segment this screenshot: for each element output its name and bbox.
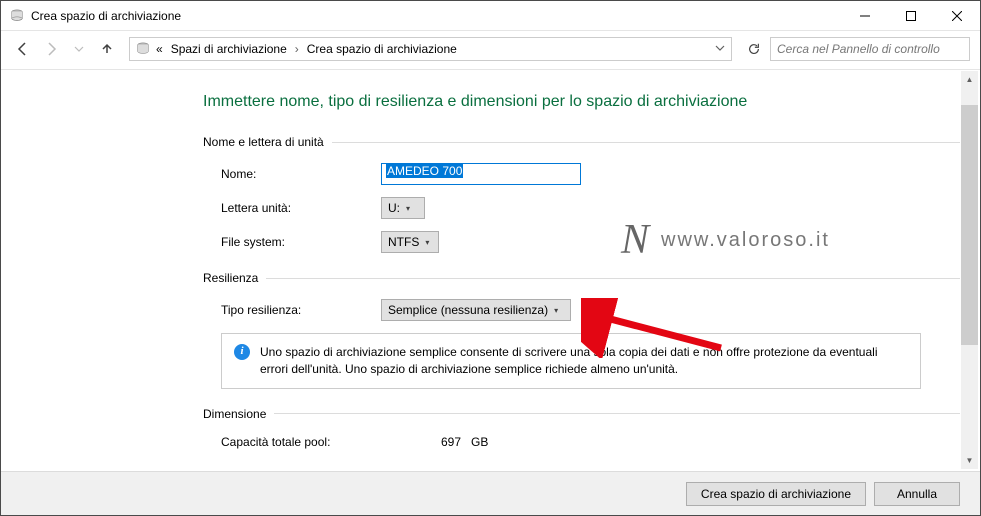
- group-resilience: Resilienza Tipo resilienza: Semplice (ne…: [203, 271, 960, 389]
- recent-dropdown[interactable]: [67, 37, 91, 61]
- separator: [1, 69, 980, 70]
- refresh-button[interactable]: [742, 37, 766, 61]
- titlebar: Crea spazio di archiviazione: [1, 1, 980, 31]
- res-type-dropdown[interactable]: Semplice (nessuna resilienza) ▾: [381, 299, 571, 321]
- breadcrumb-item[interactable]: Spazi di archiviazione: [169, 42, 289, 56]
- forward-button[interactable]: [39, 37, 63, 61]
- capacity-value: 697: [411, 435, 471, 449]
- window-title: Crea spazio di archiviazione: [31, 9, 842, 23]
- group-res-title: Resilienza: [203, 271, 258, 285]
- watermark-url: www.valoroso.it: [661, 229, 830, 252]
- watermark: N www.valoroso.it: [621, 216, 830, 264]
- address-dropdown-icon[interactable]: [715, 42, 725, 56]
- create-button[interactable]: Crea spazio di archiviazione: [686, 482, 866, 506]
- group-dimension: Dimensione Capacità totale pool: 697 GB: [203, 407, 960, 449]
- scrollbar-vertical[interactable]: ▲ ▼: [961, 71, 978, 469]
- fs-value: NTFS: [388, 235, 419, 249]
- maximize-button[interactable]: [888, 1, 934, 31]
- scroll-down-icon[interactable]: ▼: [961, 452, 978, 469]
- breadcrumb-prefix: «: [154, 42, 165, 56]
- content-area: Immettere nome, tipo di resilienza e dim…: [13, 71, 960, 469]
- fs-label: File system:: [221, 235, 381, 249]
- capacity-label: Capacità totale pool:: [221, 435, 411, 449]
- scroll-track[interactable]: [961, 88, 978, 452]
- name-label: Nome:: [221, 167, 381, 181]
- capacity-unit: GB: [471, 435, 488, 449]
- chevron-down-icon: ▾: [406, 204, 410, 213]
- search-input[interactable]: Cerca nel Pannello di controllo: [770, 37, 970, 61]
- divider: [266, 278, 960, 279]
- watermark-logo: N: [621, 216, 649, 264]
- group-name: Nome e lettera di unità Nome: AMEDEO 700…: [203, 135, 960, 253]
- breadcrumb-item[interactable]: Crea spazio di archiviazione: [305, 42, 459, 56]
- divider: [274, 413, 960, 414]
- letter-value: U:: [388, 201, 400, 215]
- button-bar: Crea spazio di archiviazione Annulla: [1, 471, 980, 515]
- info-text: Uno spazio di archiviazione semplice con…: [260, 344, 908, 378]
- chevron-down-icon: ▾: [425, 238, 429, 247]
- res-type-value: Semplice (nessuna resilienza): [388, 303, 548, 317]
- page-title: Immettere nome, tipo di resilienza e dim…: [203, 93, 960, 111]
- scroll-thumb[interactable]: [961, 105, 978, 345]
- divider: [332, 142, 960, 143]
- up-button[interactable]: [95, 37, 119, 61]
- info-icon: i: [234, 344, 250, 360]
- fs-dropdown[interactable]: NTFS ▾: [381, 231, 439, 253]
- res-type-label: Tipo resilienza:: [221, 303, 381, 317]
- search-placeholder: Cerca nel Pannello di controllo: [777, 42, 940, 56]
- navbar: « Spazi di archiviazione › Crea spazio d…: [1, 31, 980, 67]
- letter-label: Lettera unità:: [221, 201, 381, 215]
- close-button[interactable]: [934, 1, 980, 31]
- scroll-up-icon[interactable]: ▲: [961, 71, 978, 88]
- location-icon: [136, 42, 150, 56]
- info-box: i Uno spazio di archiviazione semplice c…: [221, 333, 921, 389]
- letter-dropdown[interactable]: U: ▾: [381, 197, 425, 219]
- minimize-button[interactable]: [842, 1, 888, 31]
- chevron-down-icon: ▾: [554, 306, 558, 315]
- name-value: AMEDEO 700: [386, 164, 463, 178]
- breadcrumb-sep: ›: [293, 42, 301, 56]
- group-dim-title: Dimensione: [203, 407, 266, 421]
- back-button[interactable]: [11, 37, 35, 61]
- cancel-button[interactable]: Annulla: [874, 482, 960, 506]
- name-input[interactable]: AMEDEO 700: [381, 163, 581, 185]
- address-bar[interactable]: « Spazi di archiviazione › Crea spazio d…: [129, 37, 732, 61]
- group-name-title: Nome e lettera di unità: [203, 135, 324, 149]
- app-icon: [9, 8, 25, 24]
